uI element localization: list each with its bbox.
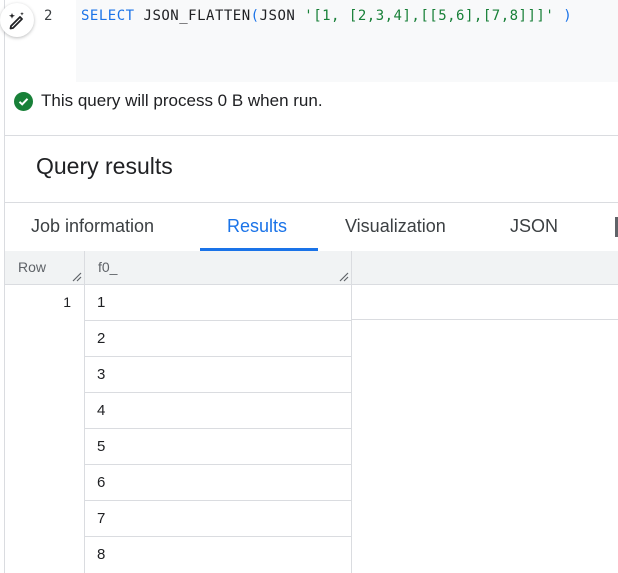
table-cell[interactable]: 1 xyxy=(85,285,351,321)
column-resize-handle-icon[interactable] xyxy=(339,272,349,282)
header-row: Row xyxy=(18,259,47,275)
cell-value: 8 xyxy=(97,546,106,563)
tab-job-information[interactable]: Job information xyxy=(31,203,154,251)
cell-value: 2 xyxy=(97,330,106,347)
json-literal: '[1, [2,3,4],[[5,6],[7,8]]]' xyxy=(304,8,555,24)
row-number: 1 xyxy=(63,294,71,310)
column-separator xyxy=(84,251,85,284)
table-cell[interactable]: 4 xyxy=(85,393,351,429)
table-header: Row f0_ xyxy=(5,251,618,285)
ai-assist-button[interactable] xyxy=(0,3,34,37)
cell-value: 1 xyxy=(97,294,106,311)
cell-value: 4 xyxy=(97,402,106,419)
table-cell[interactable]: 6 xyxy=(85,465,351,501)
f0-column: 1 2 3 4 5 6 7 8 xyxy=(85,285,352,573)
function-name: JSON_FLATTEN xyxy=(143,8,251,24)
results-title: Query results xyxy=(36,153,173,179)
table-cell[interactable]: 2 xyxy=(85,321,351,357)
query-status: This query will process 0 B when run. xyxy=(5,82,618,136)
tab-visualization[interactable]: Visualization xyxy=(345,203,446,251)
cell-value: 6 xyxy=(97,474,106,491)
column-resize-handle-icon[interactable] xyxy=(72,272,82,282)
table-cell[interactable]: 8 xyxy=(85,537,351,573)
column-separator xyxy=(351,251,352,284)
keyword-select: SELECT xyxy=(81,8,135,24)
row-number-column xyxy=(5,285,85,573)
open-paren: ( xyxy=(250,8,260,24)
type-keyword: JSON xyxy=(259,8,296,24)
line-number: 2 xyxy=(44,8,53,24)
table-cell[interactable]: 5 xyxy=(85,429,351,465)
tab-json[interactable]: JSON xyxy=(510,203,558,251)
header-f0: f0_ xyxy=(98,259,118,275)
code-line[interactable]: SELECT JSON_FLATTEN(JSON '[1, [2,3,4],[[… xyxy=(81,8,572,24)
tab-results[interactable]: Results xyxy=(227,203,287,251)
status-text: This query will process 0 B when run. xyxy=(41,91,323,110)
sql-editor[interactable]: 2 SELECT JSON_FLATTEN(JSON '[1, [2,3,4],… xyxy=(5,0,618,82)
table-cell[interactable]: 7 xyxy=(85,501,351,537)
row-divider xyxy=(351,319,618,320)
close-paren: ) xyxy=(563,8,573,24)
cell-value: 5 xyxy=(97,438,106,455)
cell-value: 3 xyxy=(97,366,106,383)
cell-value: 7 xyxy=(97,510,106,527)
pen-sparkle-icon xyxy=(9,12,24,30)
code-area[interactable]: SELECT JSON_FLATTEN(JSON '[1, [2,3,4],[[… xyxy=(76,0,618,82)
results-tabs: Job information Results Visualization JS… xyxy=(5,202,618,252)
table-cell[interactable]: 3 xyxy=(85,357,351,393)
check-circle-icon xyxy=(14,92,33,111)
